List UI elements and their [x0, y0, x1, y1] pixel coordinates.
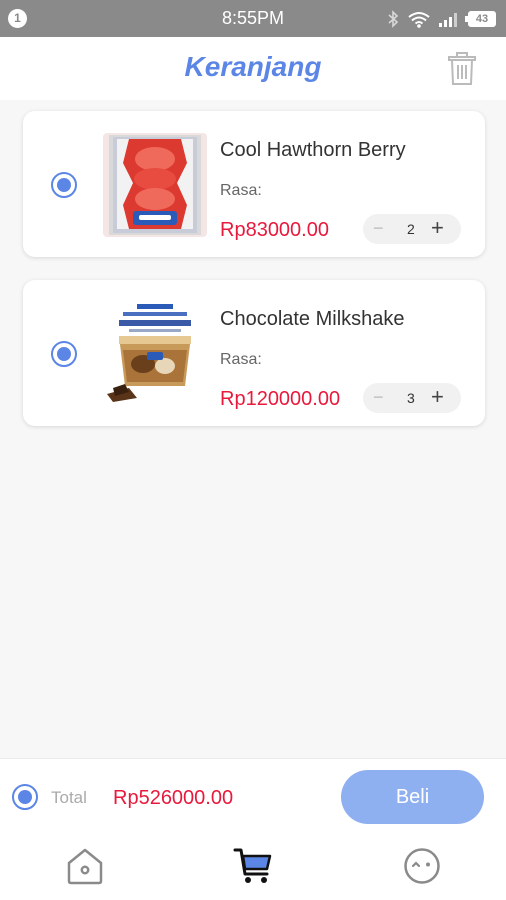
quantity-stepper: − 3 + [363, 383, 461, 413]
decrease-button[interactable]: − [373, 218, 384, 238]
product-name: Cool Hawthorn Berry [220, 139, 406, 161]
product-price: Rp83000.00 [220, 219, 329, 241]
increase-button[interactable]: + [431, 216, 444, 240]
wifi-icon [408, 11, 430, 28]
decrease-button[interactable]: − [373, 387, 384, 407]
product-name: Chocolate Milkshake [220, 308, 405, 330]
product-image [103, 133, 207, 237]
bluetooth-icon [388, 10, 399, 28]
page-title: Keranjang [184, 51, 322, 82]
buy-button[interactable]: Beli [341, 770, 484, 824]
battery-icon: 43 [465, 11, 496, 27]
total-value: Rp526000.00 [113, 787, 234, 809]
product-image [103, 302, 207, 406]
cart-item: Chocolate Milkshake Rasa: Rp120000.00 − … [23, 280, 485, 426]
item-select-radio[interactable] [51, 341, 77, 367]
checkout-footer: Total Rp526000.00 Beli [0, 758, 506, 900]
trash-icon[interactable] [446, 52, 478, 86]
quantity-stepper: − 2 + [363, 214, 461, 244]
profile-icon[interactable] [402, 846, 442, 886]
quantity-value: 2 [407, 221, 415, 237]
flavor-label: Rasa: [220, 351, 262, 368]
increase-button[interactable]: + [431, 385, 444, 409]
product-price: Rp120000.00 [220, 388, 341, 410]
signal-icon [439, 12, 457, 27]
select-all-radio[interactable] [12, 784, 38, 810]
flavor-label: Rasa: [220, 182, 262, 199]
total-label: Total [51, 788, 87, 807]
item-select-radio[interactable] [51, 172, 77, 198]
quantity-value: 3 [407, 390, 415, 406]
app-header: Keranjang [0, 37, 506, 100]
cart-item: Cool Hawthorn Berry Rasa: Rp83000.00 − 2… [23, 111, 485, 257]
cart-icon[interactable] [233, 846, 273, 886]
home-icon[interactable] [65, 846, 105, 886]
status-icons: 43 [386, 9, 496, 29]
status-bar: 1 8:55PM 43 [0, 0, 506, 37]
